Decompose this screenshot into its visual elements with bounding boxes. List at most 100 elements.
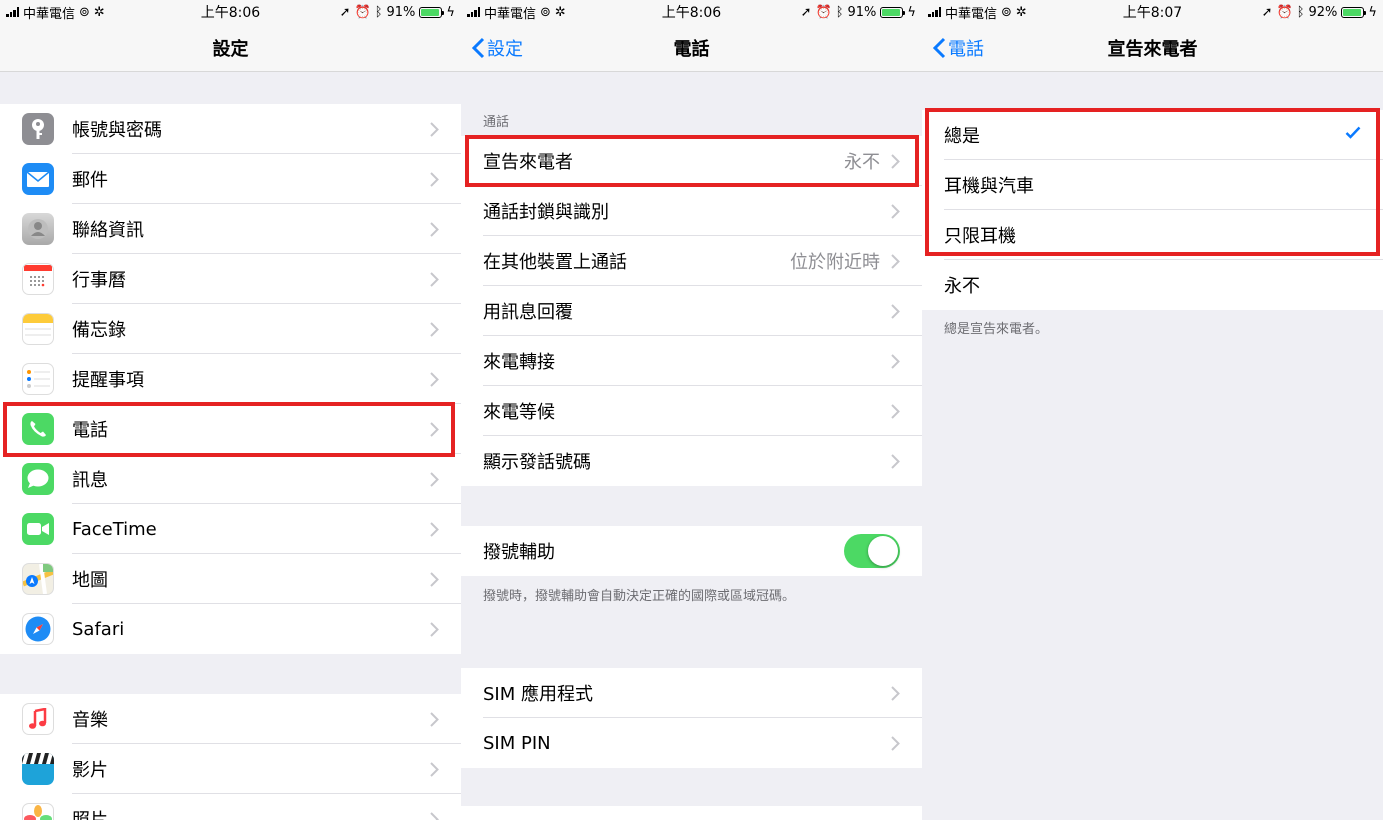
settings-row-mail[interactable]: 郵件 <box>0 154 461 204</box>
option-headphones-car[interactable]: 耳機與汽車 <box>922 160 1383 210</box>
row-label: 電話 <box>72 420 108 441</box>
chevron-right-icon <box>430 572 439 587</box>
sim-apps-row[interactable]: SIM 應用程式 <box>461 668 922 718</box>
sync-icon: ⊚ <box>540 4 551 20</box>
call-blocking-row[interactable]: 通話封鎖與識別 <box>461 186 922 236</box>
chevron-right-icon <box>891 154 900 169</box>
chevron-left-icon <box>471 37 485 59</box>
activity-icon: ✲ <box>554 4 566 20</box>
option-always[interactable]: 總是 <box>922 110 1383 160</box>
settings-group-media: 音樂 影片 照片 <box>0 694 461 820</box>
status-bar: 中華電信 ⊚ ✲ 上午8:06 ➚ ⏰ ᛒ 91% ϟ <box>461 0 922 24</box>
chevron-right-icon <box>430 122 439 137</box>
sync-icon: ⊚ <box>79 4 90 20</box>
row-label: 來電等候 <box>483 402 555 423</box>
charging-icon: ϟ <box>1368 4 1377 20</box>
settings-row-videos[interactable]: 影片 <box>0 744 461 794</box>
settings-row-notes[interactable]: 備忘錄 <box>0 304 461 354</box>
status-bar: 中華電信 ⊚ ✲ 上午8:07 ➚ ⏰ ᛒ 92% ϟ <box>922 0 1383 24</box>
safari-icon <box>22 613 54 645</box>
row-label: 地圖 <box>72 570 108 591</box>
settings-row-phone[interactable]: 電話 <box>0 404 461 454</box>
chevron-right-icon <box>891 454 900 469</box>
settings-row-safari[interactable]: Safari <box>0 604 461 654</box>
back-button[interactable]: 設定 <box>471 24 523 72</box>
option-never[interactable]: 永不 <box>922 260 1383 310</box>
page-title: 宣告來電者 <box>1107 38 1198 60</box>
signal-icon <box>467 7 480 17</box>
row-label: 帳號與密碼 <box>72 120 162 141</box>
signal-icon <box>6 7 19 17</box>
music-icon <box>22 703 54 735</box>
respond-with-text-row[interactable]: 用訊息回覆 <box>461 286 922 336</box>
chevron-right-icon <box>430 762 439 777</box>
nav-bar: 電話 宣告來電者 <box>922 24 1383 72</box>
settings-row-messages[interactable]: 訊息 <box>0 454 461 504</box>
bluetooth-icon: ᛒ <box>374 4 383 20</box>
row-label: 提醒事項 <box>72 370 144 391</box>
row-label: 影片 <box>72 760 108 781</box>
nav-bar: 設定 電話 <box>461 24 922 72</box>
settings-row-contacts[interactable]: 聯絡資訊 <box>0 204 461 254</box>
row-label: 只限耳機 <box>944 226 1016 247</box>
option-headphones-only[interactable]: 只限耳機 <box>922 210 1383 260</box>
row-label: 來電轉接 <box>483 352 555 373</box>
chevron-right-icon <box>430 222 439 237</box>
announce-calls-row[interactable]: 宣告來電者 永不 <box>461 136 922 186</box>
row-label: 撥號輔助 <box>483 542 555 563</box>
chevron-right-icon <box>430 472 439 487</box>
settings-row-photos[interactable]: 照片 <box>0 794 461 820</box>
reminders-icon <box>22 363 54 395</box>
call-forwarding-row[interactable]: 來電轉接 <box>461 336 922 386</box>
chevron-right-icon <box>430 622 439 637</box>
status-bar: 中華電信 ⊚ ✲ 上午8:06 ➚ ⏰ ᛒ 91% ϟ <box>0 0 461 24</box>
chevron-right-icon <box>430 812 439 820</box>
carrier-label: 中華電信 <box>945 6 998 22</box>
row-label: FaceTime <box>72 518 157 540</box>
location-icon: ➚ <box>339 4 351 20</box>
videos-icon <box>22 753 54 785</box>
key-icon <box>22 113 54 145</box>
show-caller-id-row[interactable]: 顯示發話號碼 <box>461 436 922 486</box>
alarm-icon: ⏰ <box>815 4 832 20</box>
row-label: 耳機與汽車 <box>944 176 1034 197</box>
dial-assist-group: 撥號輔助 <box>461 526 922 576</box>
chevron-right-icon <box>430 172 439 187</box>
settings-row-music[interactable]: 音樂 <box>0 694 461 744</box>
battery-percent: 91% <box>847 4 877 20</box>
dial-assist-row: 撥號輔助 <box>461 526 922 576</box>
maps-icon <box>22 563 54 595</box>
carrier-label: 中華電信 <box>23 6 76 22</box>
row-label: 備忘錄 <box>72 320 126 341</box>
alarm-icon: ⏰ <box>1276 4 1293 20</box>
next-group-partial <box>461 806 922 820</box>
call-waiting-row[interactable]: 來電等候 <box>461 386 922 436</box>
row-label: 郵件 <box>72 170 108 191</box>
settings-row-calendar[interactable]: 行事曆 <box>0 254 461 304</box>
toggle-knob <box>868 536 898 566</box>
chevron-right-icon <box>430 272 439 287</box>
settings-row-facetime[interactable]: FaceTime <box>0 504 461 554</box>
sim-pin-row[interactable]: SIM PIN <box>461 718 922 768</box>
chevron-right-icon <box>430 422 439 437</box>
activity-icon: ✲ <box>93 4 105 20</box>
page-title: 電話 <box>673 38 710 60</box>
row-label: 照片 <box>72 806 108 820</box>
settings-screen: 中華電信 ⊚ ✲ 上午8:06 ➚ ⏰ ᛒ 91% ϟ 設定 帳號與密碼 郵件 … <box>0 0 461 820</box>
settings-row-reminders[interactable]: 提醒事項 <box>0 354 461 404</box>
nav-bar: 設定 <box>0 24 461 72</box>
battery-icon <box>880 6 906 18</box>
battery-percent: 91% <box>386 4 416 20</box>
chevron-right-icon <box>891 354 900 369</box>
calls-other-devices-row[interactable]: 在其他裝置上通話 位於附近時 <box>461 236 922 286</box>
location-icon: ➚ <box>800 4 812 20</box>
announce-options-group: 總是 耳機與汽車 只限耳機 永不 <box>922 110 1383 310</box>
back-button[interactable]: 電話 <box>932 24 984 72</box>
row-label: SIM 應用程式 <box>483 684 593 705</box>
settings-row-accounts[interactable]: 帳號與密碼 <box>0 104 461 154</box>
back-label: 設定 <box>487 39 523 60</box>
settings-row-maps[interactable]: 地圖 <box>0 554 461 604</box>
dial-assist-footer: 撥號時，撥號輔助會自動決定正確的國際或區域冠碼。 <box>483 589 796 604</box>
settings-group-apps: 帳號與密碼 郵件 聯絡資訊 行事曆 備忘錄 提醒事項 電話 訊息 FaceTim… <box>0 104 461 654</box>
dial-assist-toggle[interactable] <box>844 534 900 568</box>
